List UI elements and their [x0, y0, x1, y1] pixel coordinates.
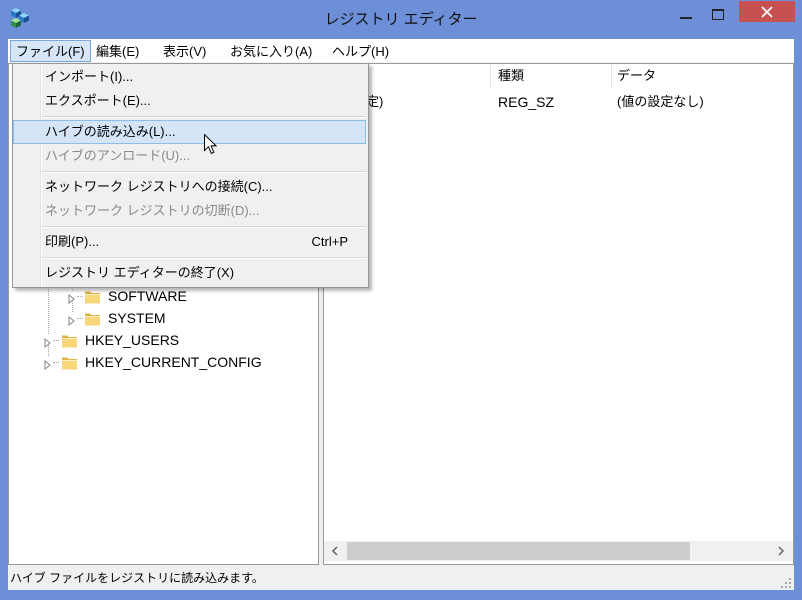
- tree-connector: [77, 318, 83, 319]
- arrow-cursor-icon: [204, 133, 218, 155]
- resize-grip-icon[interactable]: [780, 576, 792, 588]
- values-list-pane[interactable]: 種類 データ 定) REG_SZ (値の設定なし): [323, 63, 794, 565]
- close-button[interactable]: [739, 1, 795, 22]
- expand-arrow-icon[interactable]: [44, 357, 51, 371]
- menu-separator: [13, 168, 368, 175]
- menu-bar: ファイル(F) 編集(E) 表示(V) お気に入り(A) ヘルプ(H): [8, 39, 794, 62]
- tree-connector: [77, 296, 83, 297]
- menu-edit[interactable]: 編集(E): [90, 40, 145, 62]
- scroll-thumb[interactable]: [347, 542, 690, 560]
- menu-item-label[interactable]: ネットワーク レジストリへの接続(C)...: [45, 179, 273, 194]
- tree-item-software[interactable]: SOFTWARE: [9, 285, 318, 307]
- column-header-data[interactable]: データ: [617, 64, 656, 88]
- regedit-window: レジストリ エディター ファイル(F) 編集(E) 表示(V) お気に入り(A)…: [0, 0, 802, 600]
- folder-icon: [61, 333, 78, 348]
- menu-item-load-hive[interactable]: ハイブの読み込み(L)...: [13, 120, 366, 144]
- tree-item-label[interactable]: SYSTEM: [108, 307, 166, 329]
- column-divider[interactable]: [490, 64, 491, 88]
- menu-item-connect-network-registry[interactable]: ネットワーク レジストリへの接続(C)...: [13, 175, 366, 199]
- tree-connector: [53, 362, 59, 363]
- status-bar: ハイブ ファイルをレジストリに読み込みます。: [8, 566, 794, 590]
- scroll-left-button[interactable]: [324, 541, 347, 561]
- horizontal-scrollbar[interactable]: [324, 541, 793, 561]
- menu-item-print[interactable]: 印刷(P)... Ctrl+P: [13, 230, 366, 254]
- maximize-icon: [712, 9, 724, 20]
- menu-item-shortcut: Ctrl+P: [311, 234, 348, 249]
- tree-connector: [53, 340, 59, 341]
- minimize-icon: [680, 17, 692, 19]
- folder-icon: [61, 355, 78, 370]
- column-header-type[interactable]: 種類: [498, 64, 524, 88]
- close-icon: [761, 6, 773, 18]
- value-data-cell: (値の設定なし): [617, 94, 704, 109]
- menu-item-label[interactable]: レジストリ エディターの終了(X): [45, 265, 234, 280]
- menu-item-unload-hive: ハイブのアンロード(U)...: [13, 144, 366, 168]
- menu-item-label: ネットワーク レジストリの切断(D)...: [45, 203, 260, 218]
- tree-item-hkey-current-config[interactable]: HKEY_CURRENT_CONFIG: [9, 351, 318, 373]
- expand-arrow-icon[interactable]: [68, 291, 75, 305]
- menu-separator: [13, 113, 368, 120]
- tree-item-system[interactable]: SYSTEM: [9, 307, 318, 329]
- menu-item-import[interactable]: インポート(I)...: [13, 65, 366, 89]
- expand-arrow-icon[interactable]: [68, 313, 75, 327]
- menu-separator: [13, 254, 368, 261]
- menu-item-label[interactable]: ハイブの読み込み(L)...: [45, 124, 175, 139]
- tree-item-label[interactable]: HKEY_CURRENT_CONFIG: [85, 351, 262, 373]
- menu-help[interactable]: ヘルプ(H): [326, 40, 395, 62]
- menu-item-label: ハイブのアンロード(U)...: [45, 148, 191, 163]
- menu-item-disconnect-network-registry: ネットワーク レジストリの切断(D)...: [13, 199, 366, 223]
- menu-item-label[interactable]: 印刷(P)...: [45, 234, 99, 249]
- menu-separator: [13, 223, 368, 230]
- maximize-button[interactable]: [704, 1, 734, 22]
- scroll-right-button[interactable]: [770, 541, 793, 561]
- menu-favorites[interactable]: お気に入り(A): [224, 40, 318, 62]
- file-menu-dropdown: インポート(I)... エクスポート(E)... ハイブの読み込み(L)... …: [12, 63, 369, 288]
- status-text: ハイブ ファイルをレジストリに読み込みます。: [10, 571, 264, 585]
- folder-icon: [84, 289, 101, 304]
- title-bar[interactable]: レジストリ エディター: [0, 0, 802, 38]
- chevron-right-icon: [778, 546, 784, 556]
- value-type-cell: REG_SZ: [498, 94, 555, 110]
- menu-item-label[interactable]: エクスポート(E)...: [45, 93, 151, 108]
- list-row[interactable]: 定) REG_SZ (値の設定なし): [324, 91, 793, 113]
- expand-arrow-icon[interactable]: [44, 335, 51, 349]
- folder-icon: [84, 311, 101, 326]
- menu-view[interactable]: 表示(V): [157, 40, 212, 62]
- chevron-left-icon: [332, 546, 338, 556]
- tree-item-label[interactable]: SOFTWARE: [108, 285, 187, 307]
- column-divider[interactable]: [611, 64, 612, 88]
- tree-item-hkey-users[interactable]: HKEY_USERS: [9, 329, 318, 351]
- menu-item-export[interactable]: エクスポート(E)...: [13, 89, 366, 113]
- menu-item-exit[interactable]: レジストリ エディターの終了(X): [13, 261, 366, 285]
- menu-item-label[interactable]: インポート(I)...: [45, 69, 133, 84]
- scroll-track[interactable]: [347, 541, 770, 561]
- tree-item-label[interactable]: HKEY_USERS: [85, 329, 179, 351]
- list-header: 種類 データ: [324, 64, 793, 88]
- minimize-button[interactable]: [672, 1, 702, 22]
- menu-file[interactable]: ファイル(F): [10, 40, 91, 62]
